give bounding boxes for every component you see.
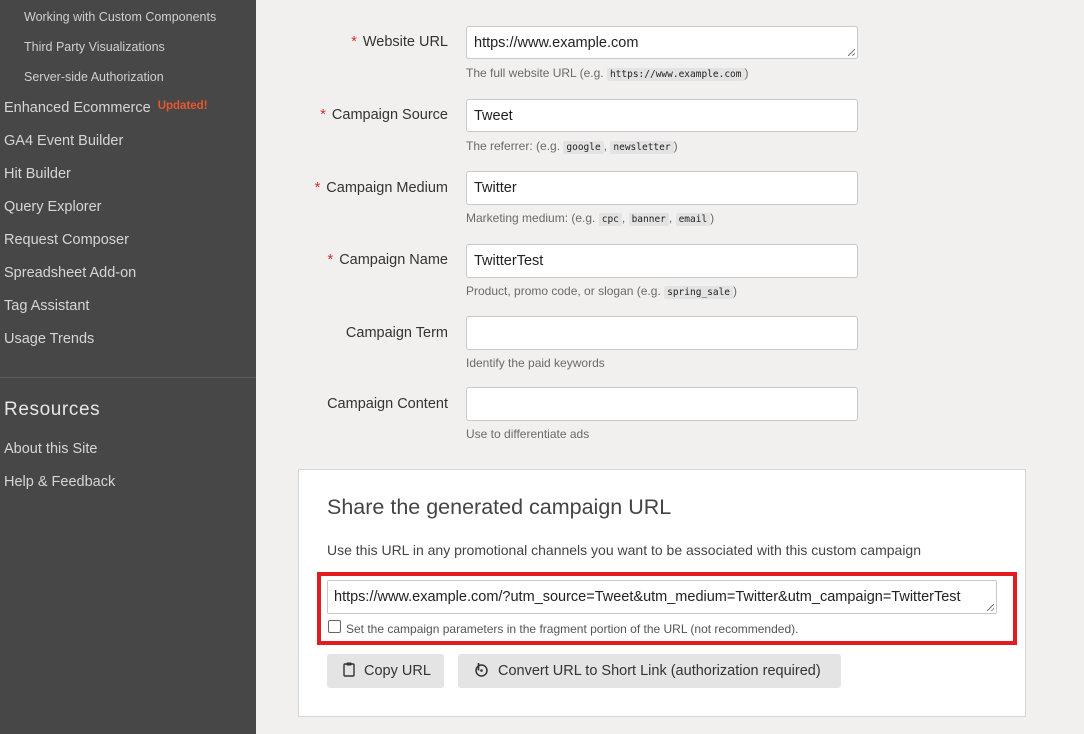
fragment-checkbox[interactable] <box>328 620 341 633</box>
campaign-source-label-text: Campaign Source <box>331 107 448 123</box>
campaign-content-hint: Use to differentiate ads <box>466 427 590 441</box>
hint-code: cpc <box>598 213 622 226</box>
sidebar-item-label: Enhanced Ecommerce <box>4 100 151 116</box>
convert-short-link-button[interactable]: Convert URL to Short Link (authorization… <box>458 654 841 688</box>
updated-badge: Updated! <box>157 100 208 112</box>
sidebar-item-spreadsheet-addon[interactable]: Spreadsheet Add-on <box>4 265 136 281</box>
hint-text: Marketing medium: (e.g. <box>466 211 599 225</box>
sidebar-item-server-side-authorization[interactable]: Server-side Authorization <box>24 70 164 84</box>
generated-url-output[interactable]: https://www.example.com/?utm_source=Twee… <box>327 580 997 614</box>
sidebar-item-custom-components[interactable]: Working with Custom Components <box>24 10 216 24</box>
website-url-field[interactable]: https://www.example.com <box>466 26 858 59</box>
campaign-source-field[interactable]: Tweet <box>466 99 858 132</box>
generated-url-text: https://www.example.com/?utm_source=Twee… <box>334 589 961 605</box>
sidebar-item-query-explorer[interactable]: Query Explorer <box>4 199 102 215</box>
clipboard-icon <box>343 662 364 681</box>
campaign-medium-label-text: Campaign Medium <box>326 180 448 196</box>
campaign-content-label-text: Campaign Content <box>327 396 448 412</box>
copy-url-button[interactable]: Copy URL <box>327 654 444 688</box>
campaign-content-field[interactable] <box>466 387 858 421</box>
sidebar-item-enhanced-ecommerce[interactable]: Enhanced Ecommerce Updated! <box>4 100 208 116</box>
required-marker: * <box>314 180 321 196</box>
share-panel-description: Use this URL in any promotional channels… <box>327 542 922 558</box>
hint-text: Product, promo code, or slogan (e.g. <box>466 284 665 298</box>
copy-url-button-label: Copy URL <box>364 663 431 679</box>
campaign-name-hint: Product, promo code, or slogan (e.g. spr… <box>466 284 738 299</box>
campaign-medium-field[interactable]: Twitter <box>466 171 858 205</box>
required-marker: * <box>351 34 357 50</box>
hint-text: ) <box>710 211 715 225</box>
sidebar-item-third-party-visualizations[interactable]: Third Party Visualizations <box>24 40 165 54</box>
hint-code: newsletter <box>610 141 674 154</box>
hint-separator: , <box>621 211 629 225</box>
website-url-hint: The full website URL (e.g. https://www.e… <box>466 66 749 81</box>
campaign-term-field[interactable] <box>466 316 858 350</box>
share-url-panel: Share the generated campaign URL Use thi… <box>298 469 1026 717</box>
hint-separator: , <box>668 211 676 225</box>
campaign-source-value: Tweet <box>474 107 513 124</box>
hint-text: The full website URL (e.g. <box>466 66 607 80</box>
sidebar-item-request-composer[interactable]: Request Composer <box>4 232 129 248</box>
campaign-medium-value: Twitter <box>474 180 517 196</box>
bitly-icon <box>474 662 498 681</box>
campaign-medium-label: * Campaign Medium <box>315 180 448 196</box>
campaign-source-hint: The referrer: (e.g. google, newsletter) <box>466 139 678 154</box>
campaign-medium-hint: Marketing medium: (e.g. cpc, banner, ema… <box>466 211 715 226</box>
hint-code: google <box>563 141 604 154</box>
campaign-name-label-text: Campaign Name <box>339 252 448 268</box>
hint-text: ) <box>733 284 738 298</box>
hint-text: The referrer: (e.g. <box>466 139 564 153</box>
fragment-checkbox-label: Set the campaign parameters in the fragm… <box>346 622 799 636</box>
hint-text: ) <box>744 66 749 80</box>
campaign-term-label-text: Campaign Term <box>345 325 448 341</box>
campaign-name-field[interactable]: TwitterTest <box>466 244 858 278</box>
website-url-label-text: Website URL <box>362 34 448 50</box>
campaign-name-value: TwitterTest <box>474 253 544 269</box>
sidebar-item-tag-assistant[interactable]: Tag Assistant <box>4 298 89 314</box>
hint-code: banner <box>628 213 669 226</box>
sidebar-item-hit-builder[interactable]: Hit Builder <box>4 166 71 182</box>
campaign-source-label: * Campaign Source <box>320 107 448 123</box>
hint-code: spring_sale <box>664 286 734 299</box>
campaign-content-label: Campaign Content <box>327 396 448 412</box>
campaign-term-label: Campaign Term <box>346 325 448 341</box>
share-panel-title: Share the generated campaign URL <box>327 495 672 519</box>
resize-grip-icon[interactable] <box>848 49 855 56</box>
campaign-name-label: * Campaign Name <box>328 252 448 268</box>
sidebar-item-help-feedback[interactable]: Help & Feedback <box>4 474 115 490</box>
resize-grip-icon[interactable] <box>987 604 994 611</box>
sidebar-divider <box>0 377 256 378</box>
hint-code: email <box>675 213 711 226</box>
convert-short-link-button-label: Convert URL to Short Link (authorization… <box>498 663 821 679</box>
required-marker: * <box>320 107 326 123</box>
sidebar-item-about-this-site[interactable]: About this Site <box>4 441 98 457</box>
website-url-label: * Website URL <box>351 34 448 50</box>
resources-heading: Resources <box>4 399 101 420</box>
sidebar: Working with Custom Components Third Par… <box>0 0 256 734</box>
required-marker: * <box>327 252 334 268</box>
campaign-term-hint: Identify the paid keywords <box>466 356 605 370</box>
hint-text: ) <box>673 139 678 153</box>
sidebar-item-usage-trends[interactable]: Usage Trends <box>4 331 94 347</box>
sidebar-item-ga4-event-builder[interactable]: GA4 Event Builder <box>4 133 123 149</box>
hint-code: https://www.example.com <box>606 68 745 81</box>
website-url-value: https://www.example.com <box>474 34 639 51</box>
